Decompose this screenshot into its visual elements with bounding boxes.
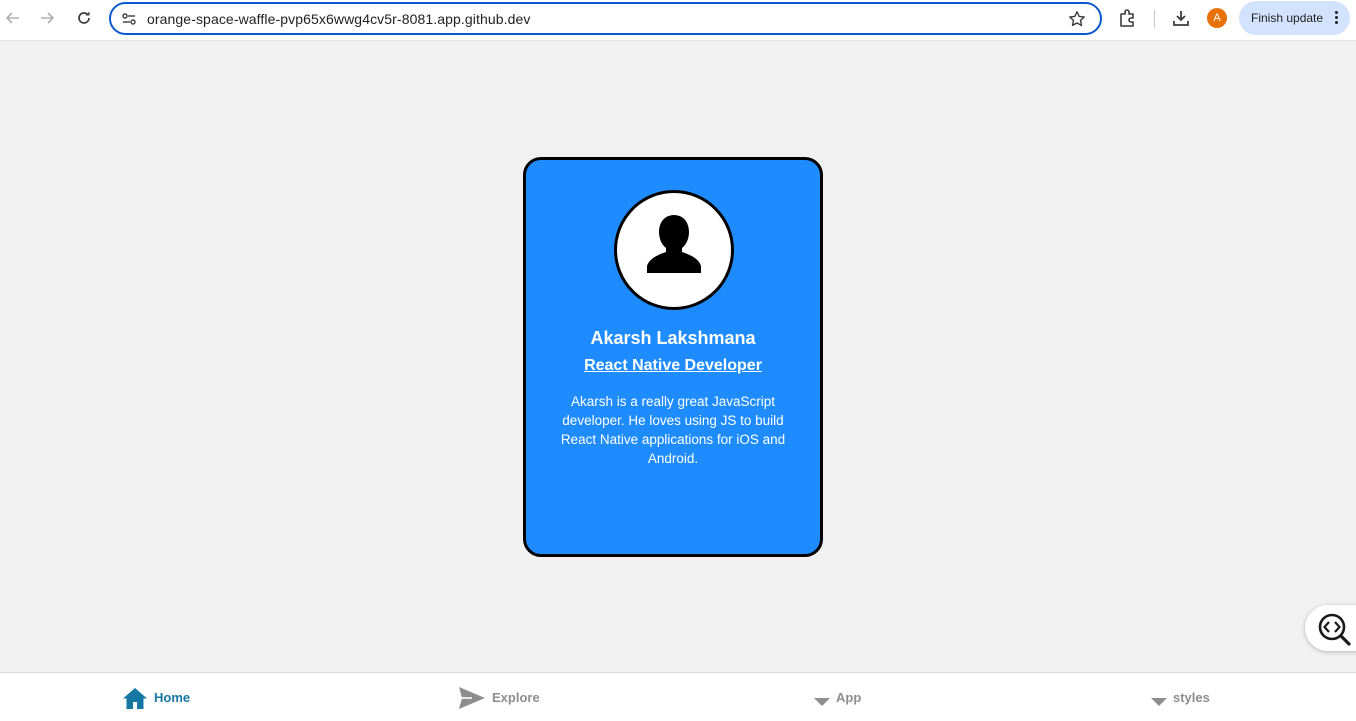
bottom-tab-bar: Home Explore App styles [0, 672, 1356, 721]
tab-label: App [836, 690, 862, 705]
profile-bio: Akarsh is a really great JavaScript deve… [560, 394, 786, 466]
arrow-right-icon [41, 12, 55, 24]
tab-label: Explore [492, 690, 540, 705]
tab-styles[interactable]: styles [1151, 673, 1210, 721]
finish-update-button[interactable]: Finish update [1239, 1, 1350, 35]
tab-explore[interactable]: Explore [458, 673, 540, 721]
finish-update-label: Finish update [1251, 11, 1324, 25]
back-button[interactable] [0, 5, 26, 31]
reload-icon [78, 11, 90, 24]
toolbar-divider [1154, 10, 1155, 28]
code-search-icon [1318, 613, 1351, 646]
send-icon [459, 686, 485, 709]
url-text[interactable]: orange-space-waffle-pvp65x6wwg4cv5r-8081… [147, 11, 530, 27]
profile-card: Akarsh Lakshmana React Native Developer … [523, 157, 823, 557]
tab-app[interactable]: App [814, 673, 861, 721]
extensions-icon[interactable] [1118, 8, 1138, 28]
inspector-button[interactable] [1305, 605, 1356, 651]
profile-avatar[interactable]: A [1207, 8, 1227, 28]
tab-home[interactable]: Home [122, 673, 190, 721]
browser-toolbar: orange-space-waffle-pvp65x6wwg4cv5r-8081… [0, 0, 1356, 41]
tab-label: styles [1173, 690, 1210, 705]
profile-role-link[interactable]: React Native Developer [526, 357, 820, 375]
person-silhouette-icon [647, 215, 701, 273]
avatar [614, 190, 734, 310]
profile-name: Akarsh Lakshmana [590, 328, 756, 348]
address-bar[interactable]: orange-space-waffle-pvp65x6wwg4cv5r-8081… [109, 2, 1102, 35]
caret-down-icon [1151, 697, 1167, 706]
bookmark-star-icon[interactable] [1068, 10, 1086, 28]
forward-button[interactable] [34, 5, 60, 31]
reload-button[interactable] [71, 5, 97, 31]
home-icon [123, 687, 147, 709]
site-info-icon[interactable] [121, 11, 137, 27]
caret-down-icon [814, 697, 830, 706]
more-vert-icon[interactable] [1335, 11, 1338, 26]
download-icon[interactable] [1171, 8, 1191, 28]
tab-label: Home [154, 690, 191, 705]
arrow-left-icon [5, 12, 19, 24]
